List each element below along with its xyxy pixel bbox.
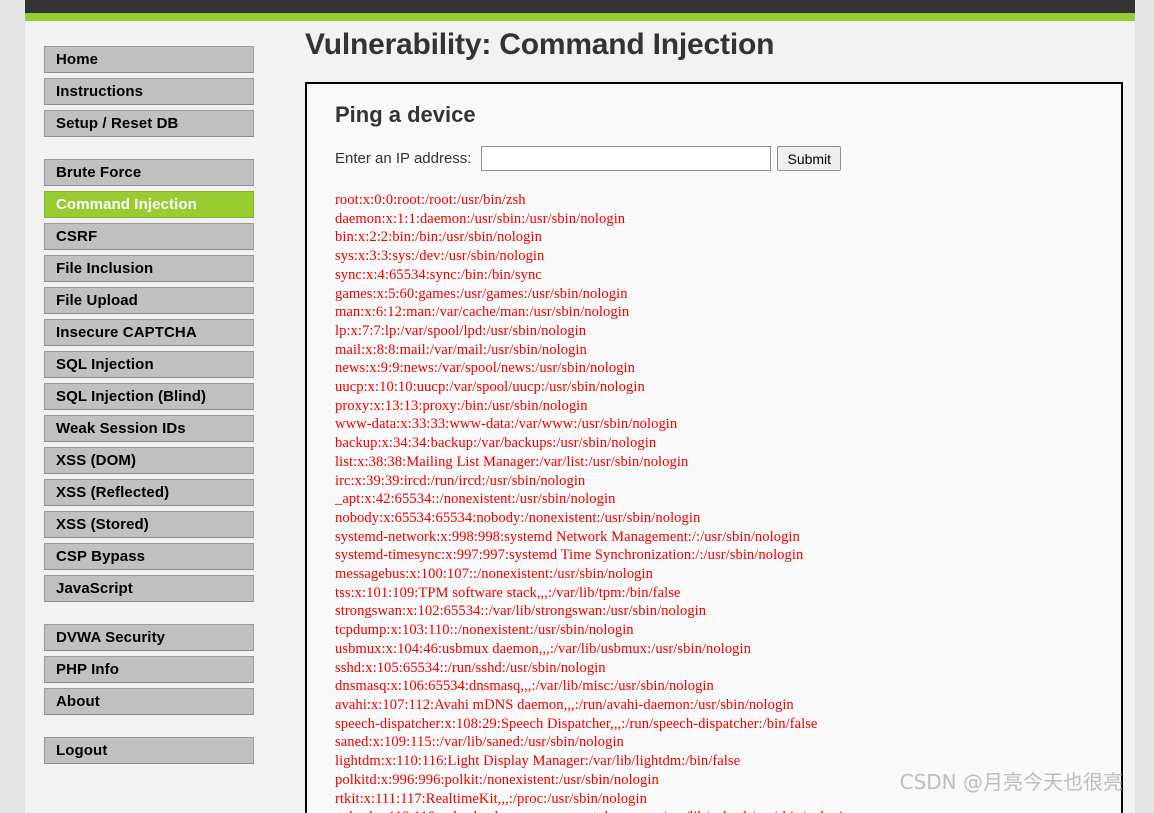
sidebar-group-3: Logout: [44, 737, 254, 764]
sidebar-item-sql-injection-blind[interactable]: SQL Injection (Blind): [44, 383, 254, 410]
page-root: Home Instructions Setup / Reset DB Brute Fo…: [25, 0, 1135, 813]
submit-button[interactable]: Submit: [777, 146, 842, 171]
sidebar-item-brute-force[interactable]: Brute Force: [44, 159, 254, 186]
main-content: Vulnerability: Command Injection Ping a …: [305, 28, 1125, 813]
sidebar-item-insecure-captcha[interactable]: Insecure CAPTCHA: [44, 319, 254, 346]
sidebar-item-xss-stored[interactable]: XSS (Stored): [44, 511, 254, 538]
command-output: root:x:0:0:root:/root:/usr/bin/zsh daemo…: [335, 192, 850, 813]
sidebar-item-sql-injection[interactable]: SQL Injection: [44, 351, 254, 378]
sidebar-item-command-injection[interactable]: Command Injection: [44, 191, 254, 218]
header-bar-dark: [25, 0, 1135, 13]
sidebar-item-xss-reflected[interactable]: XSS (Reflected): [44, 479, 254, 506]
sidebar-item-xss-dom[interactable]: XSS (DOM): [44, 447, 254, 474]
sidebar-item-javascript[interactable]: JavaScript: [44, 575, 254, 602]
sidebar-item-php-info[interactable]: PHP Info: [44, 656, 254, 683]
sidebar-item-home[interactable]: Home: [44, 46, 254, 73]
sidebar-item-setup-reset-db[interactable]: Setup / Reset DB: [44, 110, 254, 137]
sidebar-item-instructions[interactable]: Instructions: [44, 78, 254, 105]
vulnerability-panel: Ping a device Enter an IP address: Submi…: [305, 82, 1123, 813]
sidebar-item-dvwa-security[interactable]: DVWA Security: [44, 624, 254, 651]
ip-address-input[interactable]: [481, 146, 772, 171]
ip-address-label: Enter an IP address:: [335, 150, 472, 167]
sidebar-item-csp-bypass[interactable]: CSP Bypass: [44, 543, 254, 570]
sidebar-item-csrf[interactable]: CSRF: [44, 223, 254, 250]
sidebar-group-1: Brute Force Command Injection CSRF File Inc…: [44, 159, 254, 602]
sidebar-item-file-inclusion[interactable]: File Inclusion: [44, 255, 254, 282]
sidebar-group-2: DVWA Security PHP Info About: [44, 624, 254, 715]
sidebar-navigation: Home Instructions Setup / Reset DB Brute Fo…: [44, 46, 254, 764]
ping-form: Enter an IP address: Submit: [335, 146, 1097, 171]
sidebar-item-file-upload[interactable]: File Upload: [44, 287, 254, 314]
sidebar-item-weak-session-ids[interactable]: Weak Session IDs: [44, 415, 254, 442]
sidebar-group-0: Home Instructions Setup / Reset DB: [44, 46, 254, 137]
panel-heading: Ping a device: [335, 102, 476, 127]
sidebar-item-logout[interactable]: Logout: [44, 737, 254, 764]
header-bar-accent: [25, 13, 1135, 21]
sidebar-item-about[interactable]: About: [44, 688, 254, 715]
page-title: Vulnerability: Command Injection: [305, 28, 775, 61]
